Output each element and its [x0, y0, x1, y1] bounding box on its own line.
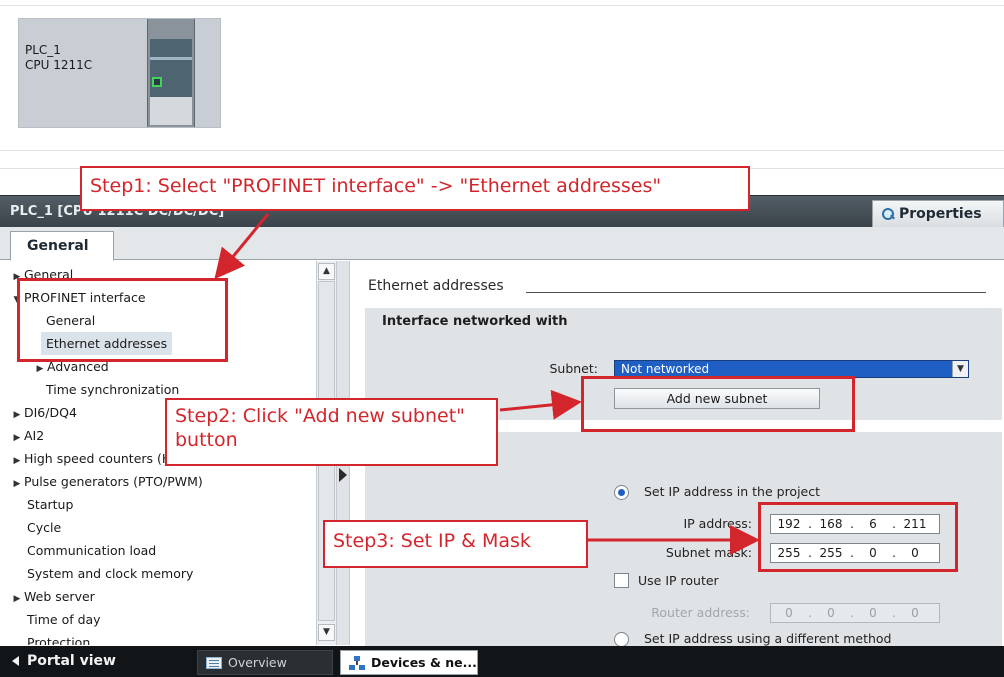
nav-item-communication-load[interactable]: Communication load [27, 539, 156, 562]
scroll-up-icon[interactable]: ▲ [318, 263, 335, 280]
router-octet: 0 [869, 606, 877, 620]
highlight-add-subnet [581, 376, 855, 432]
section-title: Ethernet addresses [368, 278, 504, 294]
nav-item-time-sync[interactable]: Time synchronization [46, 378, 179, 401]
network-icon [349, 655, 365, 670]
plc-device[interactable]: PLC_1 CPU 1211C [18, 18, 221, 128]
nav-item-web-server[interactable]: ▶ Web server [10, 585, 95, 608]
nav-item-cycle[interactable]: Cycle [27, 516, 61, 539]
scroll-down-icon[interactable]: ▼ [318, 624, 335, 641]
nav-item-time-of-day[interactable]: Time of day [27, 608, 101, 631]
nav-label: Web server [24, 589, 95, 604]
nav-item-protection[interactable]: Protection [27, 631, 90, 645]
router-octet: 0 [827, 606, 835, 620]
cpu-module[interactable] [147, 19, 195, 127]
subnet-label: Subnet: [549, 361, 598, 376]
nav-label: Protection [27, 635, 91, 645]
nav-label: Time of day [27, 612, 101, 627]
highlight-nav-selection [17, 278, 228, 362]
interface-group-title: Interface networked with [382, 314, 568, 329]
callout-step3: Step3: Set IP & Mask [323, 520, 588, 568]
set-ip-in-project-label: Set IP address in the project [644, 484, 821, 499]
section-rule [526, 292, 986, 293]
portal-view-button[interactable]: Portal view [12, 653, 116, 669]
expand-icon[interactable]: ▶ [10, 588, 24, 611]
nav-item-system-clock-memory[interactable]: System and clock memory [27, 562, 193, 585]
nav-label: Startup [27, 497, 74, 512]
radio-set-ip-other-method[interactable] [614, 632, 629, 647]
set-ip-other-method-label: Set IP address using a different method [644, 631, 892, 646]
divider [0, 150, 1004, 151]
router-octet: 0 [785, 606, 793, 620]
expand-icon[interactable]: ▶ [10, 473, 24, 496]
devices-label: Devices & ne... [371, 655, 477, 670]
radio-set-ip-in-project[interactable] [614, 485, 629, 500]
devices-networks-tab[interactable]: Devices & ne... [340, 650, 478, 675]
callout-step2: Step2: Click "Add new subnet" button [165, 398, 498, 466]
nav-label: Communication load [27, 543, 157, 558]
nav-item-di6-dq4[interactable]: ▶ DI6/DQ4 [10, 401, 77, 424]
properties-icon [881, 207, 895, 221]
highlight-ip-mask [758, 502, 958, 572]
device-name: PLC_1 [25, 43, 61, 57]
profinet-port-icon [152, 77, 162, 87]
nav-label: Time synchronization [46, 382, 180, 397]
properties-tab-label: Properties [899, 206, 982, 222]
nav-label: DI6/DQ4 [24, 405, 77, 420]
tab-bar [0, 227, 1004, 260]
portal-view-label: Portal view [27, 653, 116, 669]
module-foot [150, 97, 192, 125]
router-address-label: Router address: [651, 605, 750, 620]
tia-portal-window: PLC_1 CPU 1211C PLC_1 [CPU 1211C DC/DC/D… [0, 0, 1004, 677]
back-arrow-icon [12, 656, 19, 666]
taskbar [0, 646, 1004, 677]
nav-label: Cycle [27, 520, 62, 535]
module-strip [150, 57, 192, 60]
subnet-value: Not networked [621, 362, 710, 376]
tab-general[interactable]: General [10, 231, 114, 261]
use-ip-router-checkbox[interactable] [614, 573, 629, 588]
device-type: CPU 1211C [25, 58, 93, 72]
ip-address-label: IP address: [683, 516, 752, 531]
callout-step1: Step1: Select "PROFINET interface" -> "E… [80, 166, 750, 211]
top-divider [0, 5, 1004, 6]
overview-tab[interactable]: Overview [197, 650, 333, 675]
nav-item-startup[interactable]: Startup [27, 493, 73, 516]
router-octet: 0 [911, 606, 919, 620]
nav-label: AI2 [24, 428, 45, 443]
module-head [150, 39, 192, 97]
nav-label: Pulse generators (PTO/PWM) [24, 474, 203, 489]
overview-label: Overview [228, 655, 287, 670]
nav-label: System and clock memory [27, 566, 194, 581]
use-ip-router-label: Use IP router [638, 573, 719, 588]
properties-tab[interactable]: Properties [872, 200, 1004, 227]
overview-icon [206, 656, 222, 669]
subnet-mask-label: Subnet mask: [665, 545, 752, 560]
device-label: PLC_1 CPU 1211C [25, 43, 92, 73]
nav-item-pulse-generators[interactable]: ▶ Pulse generators (PTO/PWM) [10, 470, 203, 493]
chevron-down-icon[interactable]: ▼ [952, 361, 968, 377]
nav-item-ai2[interactable]: ▶ AI2 [10, 424, 45, 447]
router-address-field[interactable]: 0. 0. 0. 0 [770, 603, 940, 623]
